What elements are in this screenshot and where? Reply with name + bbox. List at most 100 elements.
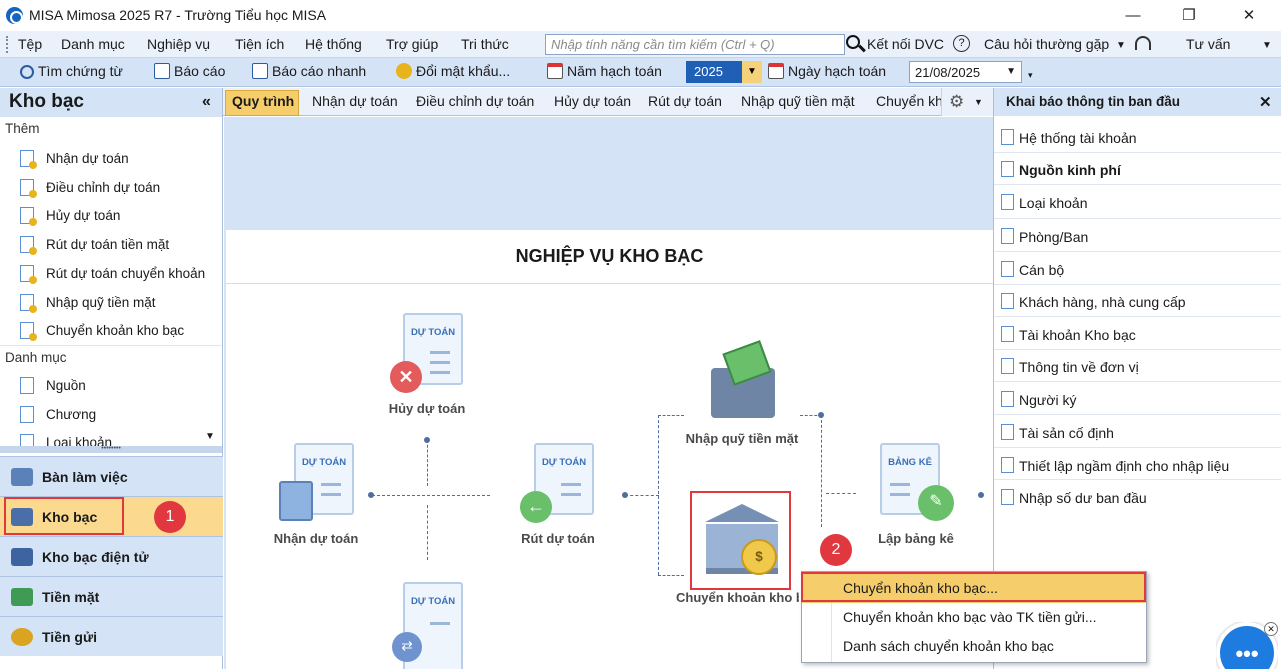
document-icon (1001, 261, 1014, 277)
left-item-cash-in[interactable]: Nhập quỹ tiền mặt (46, 295, 156, 310)
cash-in-label[interactable]: Nhập quỹ tiền mặt (682, 431, 802, 446)
setup-opening-balance[interactable]: Nhập số dư ban đầu (1019, 490, 1147, 506)
setup-department[interactable]: Phòng/Ban (1019, 229, 1088, 245)
collapse-icon[interactable]: « (202, 93, 211, 111)
document-icon (1001, 391, 1014, 407)
tab-cash-in[interactable]: Nhập quỹ tiền mặt (741, 93, 855, 109)
document-icon (20, 434, 34, 446)
doc-header: DỰ TOÁN (410, 596, 456, 607)
nav-workspace[interactable]: Bàn làm việc (0, 456, 223, 496)
tab-process[interactable]: Quy trình (232, 93, 294, 109)
statement-label[interactable]: Lập bảng kê (866, 531, 966, 546)
deposit-icon (11, 628, 33, 646)
doc-line (321, 493, 341, 496)
calendar-icon (768, 63, 784, 79)
setup-fixed-assets[interactable]: Tài sản cố định (1019, 425, 1114, 441)
setup-customers-suppliers[interactable]: Khách hàng, nhà cung cấp (1019, 294, 1186, 310)
tab-cancel-estimate[interactable]: Hủy dự toán (554, 93, 631, 109)
menu-operations[interactable]: Nghiệp vụ (147, 36, 210, 52)
catalog-section-label: Danh mục (5, 350, 67, 365)
menu-item-transfer-list[interactable]: Danh sách chuyển khoản kho bạc (802, 632, 1146, 661)
connector-dot (424, 437, 430, 443)
dvc-link[interactable]: Kết nối DVC (867, 36, 944, 52)
fiscal-year-select[interactable]: 2025 ▼ (686, 61, 762, 83)
posting-date-text: Ngày hạch toán (788, 63, 887, 79)
search-input[interactable]: Nhập tính năng cần tìm kiếm (Ctrl + Q) (545, 34, 845, 55)
menu-file[interactable]: Tệp (18, 36, 42, 52)
divider (994, 447, 1281, 448)
left-item-source[interactable]: Nguồn (46, 378, 86, 393)
doc-line (430, 351, 450, 354)
help-icon[interactable]: ? (953, 35, 970, 52)
setup-signers[interactable]: Người ký (1019, 392, 1076, 408)
setup-chart-of-accounts[interactable]: Hệ thống tài khoản (1019, 130, 1137, 146)
close-icon[interactable]: ✕ (1259, 93, 1272, 111)
document-icon (1001, 228, 1014, 244)
splitter-handle[interactable]: •••••••• (0, 445, 222, 453)
cancel-estimate-label[interactable]: Hủy dự toán (377, 401, 477, 416)
receive-estimate-label[interactable]: Nhận dự toán (266, 531, 366, 546)
doc-line (430, 361, 450, 364)
nav-deposit[interactable]: Tiền gửi (0, 616, 223, 656)
setup-funding-source[interactable]: Nguồn kinh phí (1019, 162, 1121, 178)
left-item-cancel-estimate[interactable]: Hủy dự toán (46, 208, 120, 223)
minimize-button[interactable]: — (1110, 0, 1156, 31)
menu-item-transfer-to-deposit[interactable]: Chuyển khoản kho bạc vào TK tiền gửi... (802, 603, 1146, 632)
left-item-receive-estimate[interactable]: Nhận dự toán (46, 151, 129, 166)
document-icon (1001, 129, 1014, 145)
tab-receive-estimate[interactable]: Nhận dự toán (312, 93, 398, 109)
connector-line (821, 415, 822, 527)
doc-header: DỰ TOÁN (541, 457, 587, 468)
find-document-button[interactable]: Tìm chứng từ (20, 63, 123, 79)
report-label: Báo cáo (174, 63, 226, 79)
left-item-treasury-transfer[interactable]: Chuyển khoản kho bạc (46, 323, 184, 338)
find-document-label: Tìm chứng từ (38, 63, 123, 79)
withdraw-estimate-label[interactable]: Rút dự toán (508, 531, 608, 546)
tab-adjust-estimate[interactable]: Điều chỉnh dự toán (416, 93, 534, 109)
maximize-button[interactable]: ❐ (1166, 0, 1212, 31)
report-icon (154, 63, 170, 79)
setup-category[interactable]: Loại khoản (1019, 195, 1088, 211)
divider (994, 284, 1281, 285)
left-item-withdraw-cash[interactable]: Rút dự toán tiền mặt (46, 237, 169, 252)
faq-dropdown-icon[interactable]: ▼ (1116, 40, 1126, 51)
tab-transfer[interactable]: Chuyển kh (876, 93, 941, 109)
quick-report-button[interactable]: Báo cáo nhanh (252, 63, 366, 79)
close-button[interactable]: ✕ (1226, 0, 1272, 31)
posting-date-input[interactable]: 21/08/2025 ▼ (909, 61, 1022, 83)
document-icon (1001, 424, 1014, 440)
scroll-down-icon[interactable]: ▼ (205, 431, 215, 442)
setup-treasury-account[interactable]: Tài khoản Kho bạc (1019, 327, 1136, 343)
left-item-withdraw-transfer[interactable]: Rút dự toán chuyển khoản (46, 266, 205, 281)
chevron-down-icon[interactable]: ▼ (974, 97, 983, 107)
report-button[interactable]: Báo cáo (154, 63, 225, 79)
document-icon (20, 294, 37, 313)
change-password-label: Đổi mật khẩu... (416, 63, 511, 79)
headset-icon[interactable] (1135, 36, 1151, 50)
left-item-adjust-estimate[interactable]: Điều chỉnh dự toán (46, 180, 160, 195)
setup-input-defaults[interactable]: Thiết lập ngầm định cho nhập liệu (1019, 458, 1229, 474)
nav-cash[interactable]: Tiền mặt (0, 576, 223, 616)
tab-withdraw-estimate[interactable]: Rút dự toán (648, 93, 722, 109)
faq-link[interactable]: Câu hỏi thường gặp (984, 36, 1109, 52)
menu-help[interactable]: Trợ giúp (386, 36, 438, 52)
chevron-down-icon[interactable]: ▼ (1006, 66, 1016, 77)
consult-link[interactable]: Tư vấn (1186, 36, 1230, 52)
menu-utilities[interactable]: Tiện ích (235, 36, 284, 52)
treasury-transfer-label[interactable]: Chuyển khoản kho b (676, 590, 799, 605)
chat-close-icon[interactable]: ✕ (1264, 622, 1278, 636)
menu-system[interactable]: Hệ thống (305, 36, 362, 52)
menu-catalog[interactable]: Danh mục (61, 36, 125, 52)
change-password-button[interactable]: Đổi mật khẩu... (396, 63, 510, 79)
setup-unit-info[interactable]: Thông tin về đơn vị (1019, 359, 1139, 375)
chevron-down-icon[interactable]: ▼ (742, 61, 762, 83)
consult-dropdown-icon[interactable]: ▼ (1262, 40, 1272, 51)
setup-staff[interactable]: Cán bộ (1019, 262, 1064, 278)
toolbar-overflow-icon[interactable]: ▾ (1028, 70, 1033, 81)
arrow-left-icon: ← (520, 491, 552, 523)
nav-e-treasury[interactable]: Kho bạc điện tử (0, 536, 223, 576)
menu-knowledge[interactable]: Tri thức (461, 36, 509, 52)
nav-e-treasury-label: Kho bạc điện tử (42, 549, 149, 565)
left-item-chapter[interactable]: Chương (46, 407, 96, 422)
gear-icon[interactable]: ⚙ (949, 92, 964, 112)
